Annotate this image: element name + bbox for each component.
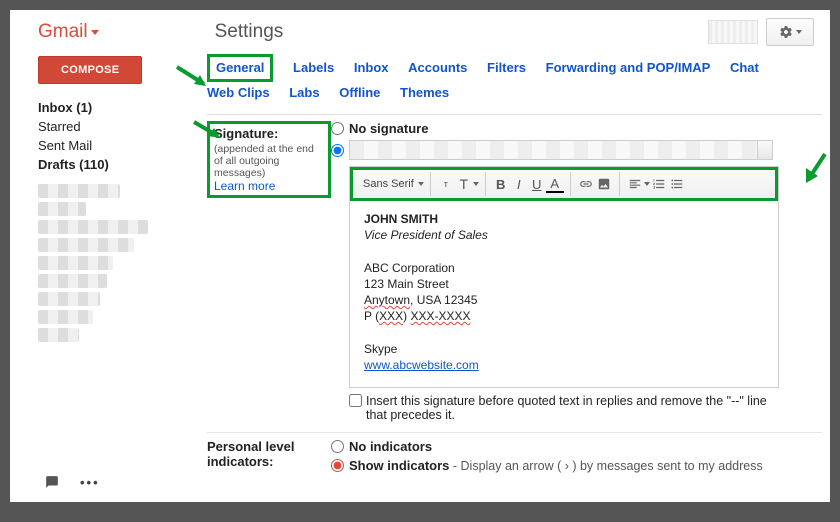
- no-indicators-option[interactable]: No indicators: [331, 439, 822, 454]
- no-signature-option[interactable]: No signature: [331, 121, 822, 136]
- compose-button[interactable]: COMPOSE: [38, 56, 142, 84]
- more-icon[interactable]: •••: [80, 475, 100, 492]
- annotation-arrow-icon: [800, 150, 830, 190]
- indicator-label: Personal level indicators:: [207, 439, 331, 477]
- underline-button[interactable]: U: [528, 175, 546, 193]
- signature-editor: Sans Serif тT B I U A: [349, 166, 779, 388]
- annotation-arrow-icon: [190, 118, 226, 144]
- annotation-arrow-icon: [172, 62, 212, 92]
- tab-offline[interactable]: Offline: [339, 82, 380, 104]
- dropdown-triangle-icon: [91, 30, 99, 35]
- signature-url[interactable]: www.abcwebsite.com: [364, 358, 479, 372]
- sidebar-item-starred[interactable]: Starred: [38, 117, 175, 136]
- font-family-select[interactable]: Sans Serif: [357, 172, 431, 196]
- sidebar-item-inbox[interactable]: Inbox (1): [38, 98, 175, 117]
- settings-gear-button[interactable]: [766, 18, 814, 46]
- tab-accounts[interactable]: Accounts: [408, 57, 467, 79]
- gmail-logo-text: Gmail: [38, 21, 88, 43]
- show-indicators-radio[interactable]: [331, 459, 344, 472]
- align-button[interactable]: [626, 175, 644, 193]
- tab-filters[interactable]: Filters: [487, 57, 526, 79]
- sidebar-more: [38, 184, 175, 342]
- insert-before-checkbox[interactable]: [349, 394, 362, 407]
- bold-button[interactable]: B: [492, 175, 510, 193]
- image-button[interactable]: [595, 175, 613, 193]
- editor-toolbar: Sans Serif тT B I U A: [350, 167, 778, 201]
- gear-icon: [779, 25, 793, 39]
- tab-labels[interactable]: Labels: [293, 57, 334, 79]
- tab-labs[interactable]: Labs: [289, 82, 319, 104]
- signature-identity-select[interactable]: [349, 140, 773, 160]
- chevron-down-icon: [796, 30, 802, 34]
- italic-button[interactable]: I: [510, 175, 528, 193]
- page-title: Settings: [215, 21, 284, 43]
- tab-general[interactable]: General: [207, 54, 273, 82]
- numbered-list-button[interactable]: [650, 175, 668, 193]
- tab-chat[interactable]: Chat: [730, 57, 759, 79]
- signature-textarea[interactable]: JOHN SMITH Vice President of Sales ABC C…: [350, 201, 778, 387]
- gmail-logo[interactable]: Gmail: [38, 21, 99, 43]
- bullet-list-button[interactable]: [668, 175, 686, 193]
- no-indicators-radio[interactable]: [331, 440, 344, 453]
- text-color-button[interactable]: A: [546, 175, 564, 193]
- no-signature-radio[interactable]: [331, 122, 344, 135]
- signature-label: Signature: (appended at the end of all o…: [207, 121, 331, 422]
- learn-more-link[interactable]: Learn more: [214, 179, 275, 193]
- font-size-select[interactable]: тT: [431, 172, 486, 196]
- sidebar-item-sent[interactable]: Sent Mail: [38, 136, 175, 155]
- signature-radio[interactable]: [331, 144, 344, 157]
- sidebar-nav: Inbox (1) Starred Sent Mail Drafts (110): [38, 98, 175, 174]
- insert-before-option[interactable]: Insert this signature before quoted text…: [349, 394, 779, 422]
- chat-icon[interactable]: [44, 475, 60, 492]
- sidebar-item-drafts[interactable]: Drafts (110): [38, 155, 175, 174]
- tab-themes[interactable]: Themes: [400, 82, 449, 104]
- tab-forwarding[interactable]: Forwarding and POP/IMAP: [546, 57, 711, 79]
- account-info[interactable]: [708, 20, 758, 44]
- show-indicators-option[interactable]: Show indicators - Display an arrow ( › )…: [331, 458, 822, 473]
- settings-tabs: General Labels Inbox Accounts Filters Fo…: [207, 46, 822, 112]
- tab-inbox[interactable]: Inbox: [354, 57, 389, 79]
- tab-webclips[interactable]: Web Clips: [207, 82, 270, 104]
- link-button[interactable]: [577, 175, 595, 193]
